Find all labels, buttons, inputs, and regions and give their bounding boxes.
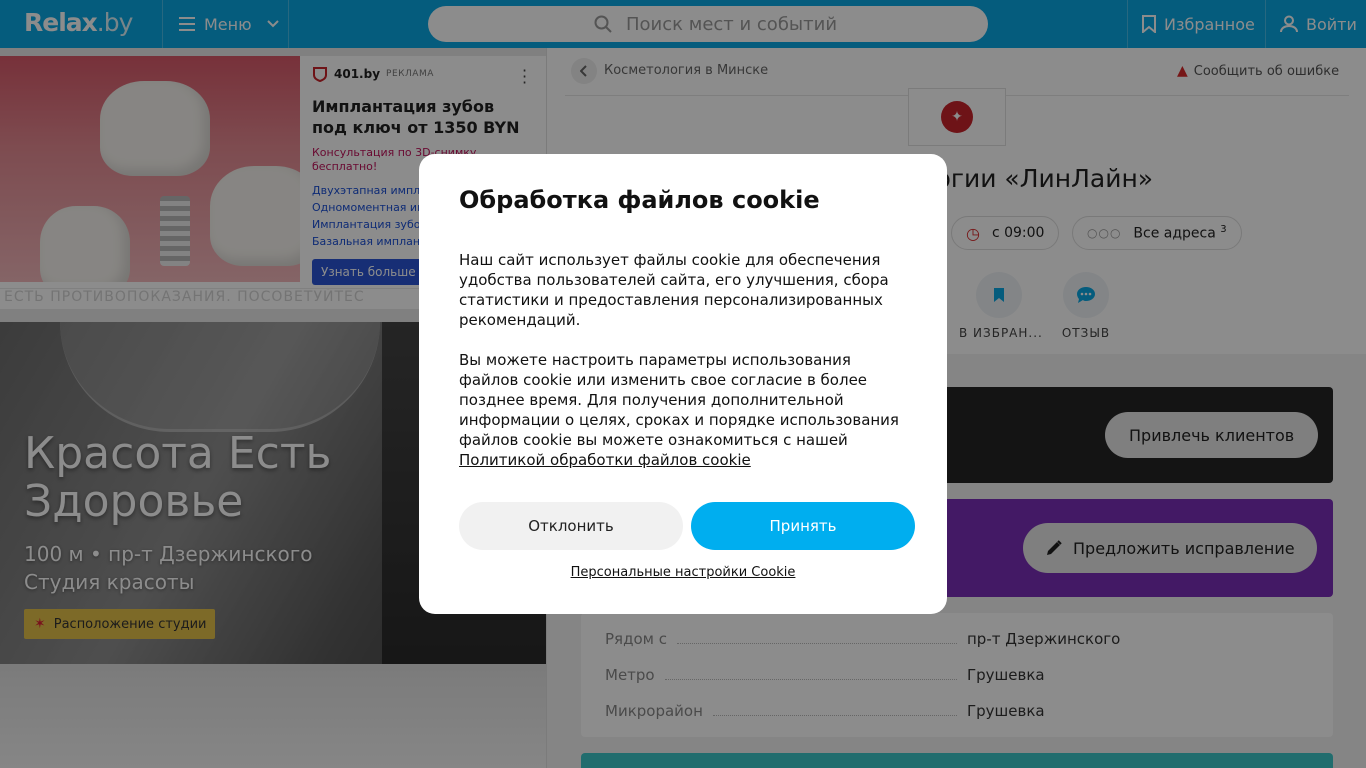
cookie-modal-text: Наш сайт использует файлы cookie для обе… xyxy=(459,250,909,490)
cookie-paragraph: Вы можете настроить параметры использова… xyxy=(459,351,899,469)
decline-button[interactable]: Отклонить xyxy=(459,502,683,550)
modal-backdrop[interactable]: Обработка файлов cookie Наш сайт использ… xyxy=(0,0,1366,768)
cookie-modal: Обработка файлов cookie Наш сайт использ… xyxy=(419,154,947,614)
accept-button[interactable]: Принять xyxy=(691,502,915,550)
cookie-paragraph: Наш сайт использует файлы cookie для обе… xyxy=(459,251,889,329)
cookie-policy-link[interactable]: Политикой обработки файлов cookie xyxy=(459,451,751,469)
cookie-modal-title: Обработка файлов cookie xyxy=(459,186,820,214)
cookie-settings-link[interactable]: Персональные настройки Cookie xyxy=(419,565,947,580)
